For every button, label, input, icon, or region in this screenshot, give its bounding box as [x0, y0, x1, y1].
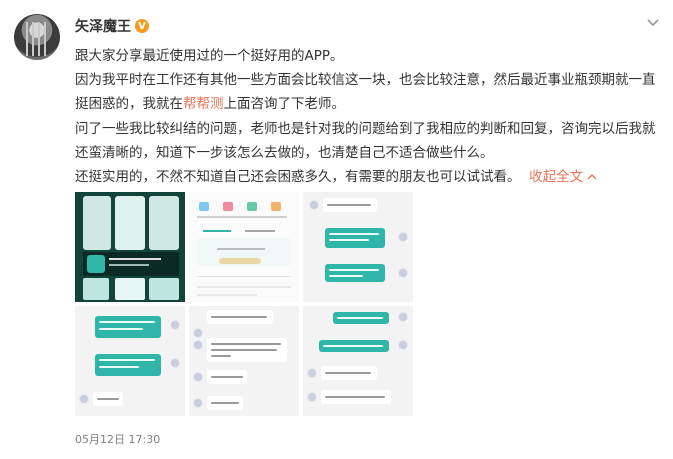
post-image-chat-1[interactable]: [303, 192, 413, 302]
post-text: 还挺实用的，不然不知道自己还会困惑多久，有需要的朋友也可以试试看。: [75, 169, 521, 186]
verified-badge-icon: V: [135, 19, 149, 33]
author-name-row: 矢泽魔王 V: [75, 16, 149, 36]
post-paragraph: 问了一些我比较纠结的问题，老师也是针对我的问题给到了我相应的判断和回复，咨询完以…: [75, 120, 656, 161]
post-image-app-screens[interactable]: [75, 192, 185, 302]
collapse-text-button[interactable]: 收起全文: [529, 169, 597, 185]
post-paragraph: 因为我平时在工作还有其他一些方面会比较信这一块，也会比较注意，然后最近事业瓶颈期…: [75, 68, 665, 116]
app-link[interactable]: 帮帮测: [183, 96, 224, 112]
post-paragraph: 跟大家分享最近使用过的一个挺好用的APP。: [75, 48, 344, 64]
post-body: 跟大家分享最近使用过的一个挺好用的APP。 因为我平时在工作还有其他一些方面会比…: [75, 44, 665, 189]
chevron-up-icon: [587, 174, 597, 180]
collapse-label: 收起全文: [529, 169, 584, 186]
author-name[interactable]: 矢泽魔王: [75, 16, 131, 36]
post-image-chat-4[interactable]: [303, 306, 413, 416]
post-image-app-home[interactable]: [189, 192, 299, 302]
post-timestamp[interactable]: 05月12日 17:30: [75, 431, 160, 447]
post-text: 因为我平时在工作还有其他一些方面会比较信这一块，也会比较注意，然后最近事业瓶颈期…: [75, 72, 656, 113]
post-image-chat-2[interactable]: [75, 306, 185, 416]
image-grid: [75, 192, 413, 416]
avatar[interactable]: [14, 14, 60, 60]
post-text: 上面咨询了下老师。: [223, 96, 346, 113]
post-paragraph: 还挺实用的，不然不知道自己还会困惑多久，有需要的朋友也可以试试看。 收起全文: [75, 165, 665, 189]
chevron-down-icon[interactable]: [645, 14, 661, 30]
post-image-chat-3[interactable]: [189, 306, 299, 416]
